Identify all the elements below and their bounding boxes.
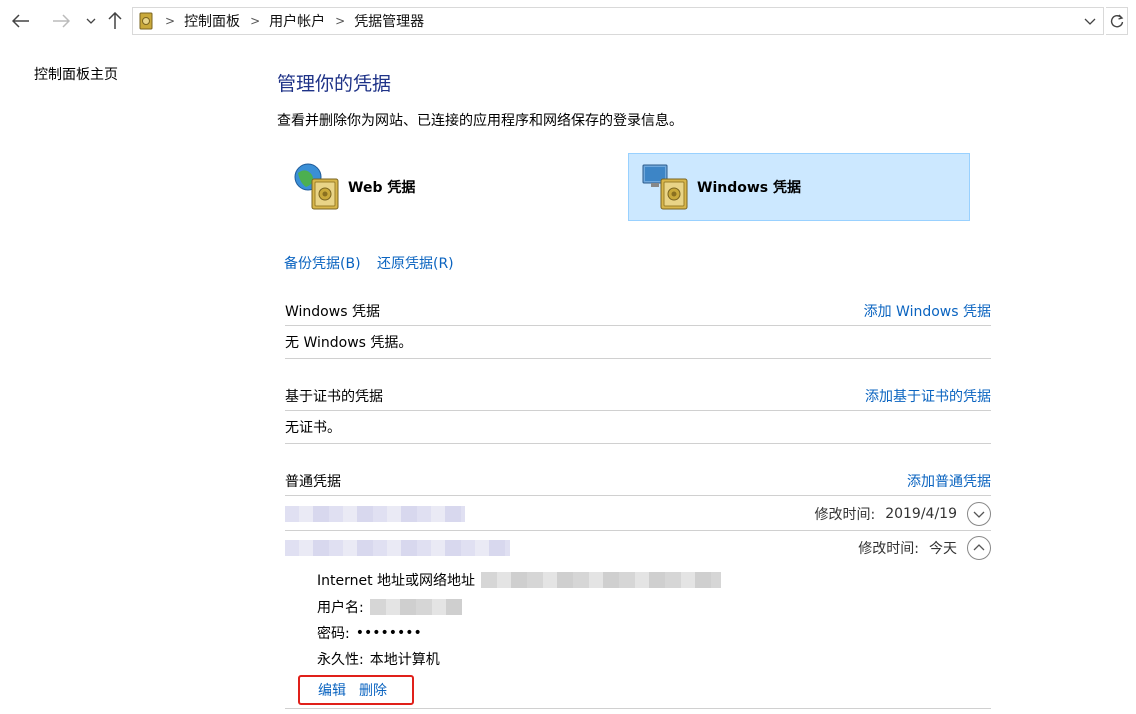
windows-credentials-section: Windows 凭据 添加 Windows 凭据 无 Windows 凭据。 — [285, 296, 991, 359]
divider — [285, 708, 991, 709]
control-panel-home-link[interactable]: 控制面板主页 — [34, 64, 118, 84]
certificate-credentials-section: 基于证书的凭据 添加基于证书的凭据 无证书。 — [285, 381, 991, 444]
back-button[interactable] — [10, 10, 32, 32]
add-certificate-credential-link[interactable]: 添加基于证书的凭据 — [865, 386, 991, 406]
up-button[interactable] — [104, 10, 126, 32]
windows-credentials-tile[interactable]: Windows 凭据 — [628, 153, 970, 221]
persistence-value: 本地计算机 — [369, 652, 440, 668]
password-label: 密码: — [317, 626, 350, 642]
section-empty-text: 无证书。 — [285, 411, 991, 444]
up-arrow-icon — [108, 12, 122, 29]
redacted-address — [481, 572, 722, 588]
section-title: Windows 凭据 — [285, 303, 380, 320]
add-windows-credential-link[interactable]: 添加 Windows 凭据 — [864, 301, 991, 321]
windows-credentials-icon — [642, 164, 688, 210]
address-bar[interactable]: > 控制面板 > 用户帐户 > 凭据管理器 — [132, 7, 1104, 35]
modified-info: 修改时间: 今天 — [858, 535, 991, 560]
detail-persistence: 永久性: 本地计算机 — [317, 649, 440, 669]
modified-label: 修改时间: — [814, 507, 876, 523]
edit-credential-link[interactable]: 编辑 — [318, 680, 346, 700]
web-credentials-label: Web 凭据 — [348, 180, 416, 196]
windows-credentials-label: Windows 凭据 — [697, 180, 801, 196]
recent-locations-button[interactable] — [80, 10, 102, 32]
section-title: 普通凭据 — [285, 473, 341, 490]
backup-credentials-link[interactable]: 备份凭据(B) — [284, 256, 361, 272]
collapse-button[interactable] — [967, 535, 991, 560]
modified-label: 修改时间: — [858, 540, 919, 557]
generic-credential-row-expanded[interactable]: 修改时间: 今天 — [285, 531, 991, 564]
detail-username: 用户名: — [317, 597, 462, 617]
breadcrumb-credential-manager[interactable]: 凭据管理器 — [354, 11, 424, 31]
chevron-down-icon — [973, 511, 985, 518]
username-label: 用户名: — [317, 600, 364, 616]
refresh-button[interactable] — [1106, 7, 1128, 35]
breadcrumb-separator: > — [250, 14, 261, 28]
breadcrumb-control-panel[interactable]: 控制面板 — [184, 11, 240, 31]
backup-restore-links: 备份凭据(B) 还原凭据(R) — [284, 253, 466, 273]
forward-arrow-icon — [53, 14, 70, 28]
navigation-bar: > 控制面板 > 用户帐户 > 凭据管理器 — [0, 0, 1136, 42]
highlighted-actions-box: 编辑 删除 — [298, 675, 414, 705]
persistence-label: 永久性: — [317, 652, 364, 668]
address-dropdown-button[interactable] — [1081, 12, 1099, 30]
page-title: 管理你的凭据 — [277, 73, 392, 95]
back-arrow-icon — [12, 14, 29, 28]
detail-password: 密码: •••••••• — [317, 623, 422, 643]
breadcrumb-user-accounts[interactable]: 用户帐户 — [269, 11, 325, 31]
address-label: Internet 地址或网络地址 — [317, 573, 476, 589]
modified-value: 2019/4/19 — [885, 506, 957, 522]
section-empty-text: 无 Windows 凭据。 — [285, 326, 991, 359]
credential-vault-icon — [139, 12, 153, 30]
section-header: 普通凭据 添加普通凭据 — [285, 466, 991, 496]
section-header: 基于证书的凭据 添加基于证书的凭据 — [285, 381, 991, 411]
forward-button[interactable] — [50, 10, 72, 32]
restore-credentials-link[interactable]: 还原凭据(R) — [377, 256, 454, 272]
delete-credential-link[interactable]: 删除 — [359, 680, 387, 700]
redacted-credential-name — [285, 539, 510, 556]
chevron-up-icon — [973, 544, 985, 551]
refresh-icon — [1110, 14, 1123, 28]
generic-credentials-section: 普通凭据 添加普通凭据 — [285, 466, 991, 496]
redacted-credential-name — [285, 506, 465, 522]
web-credentials-tile[interactable]: Web 凭据 — [286, 153, 606, 221]
section-header: Windows 凭据 添加 Windows 凭据 — [285, 296, 991, 326]
chevron-down-icon — [86, 18, 96, 24]
generic-credential-row[interactable]: 修改时间: 2019/4/19 — [285, 498, 991, 531]
breadcrumb-separator: > — [165, 14, 176, 28]
modified-info: 修改时间: 2019/4/19 — [814, 502, 991, 526]
expand-button[interactable] — [967, 502, 991, 526]
section-title: 基于证书的凭据 — [285, 388, 383, 405]
add-generic-credential-link[interactable]: 添加普通凭据 — [907, 471, 991, 491]
detail-address: Internet 地址或网络地址 — [317, 570, 722, 590]
modified-value: 今天 — [929, 540, 957, 557]
page-description: 查看并删除你为网站、已连接的应用程序和网络保存的登录信息。 — [277, 113, 683, 129]
redacted-username — [369, 599, 462, 615]
breadcrumb-separator: > — [335, 14, 346, 28]
chevron-down-icon — [1084, 18, 1096, 25]
password-value: •••••••• — [355, 625, 422, 641]
web-credentials-icon — [294, 163, 339, 210]
